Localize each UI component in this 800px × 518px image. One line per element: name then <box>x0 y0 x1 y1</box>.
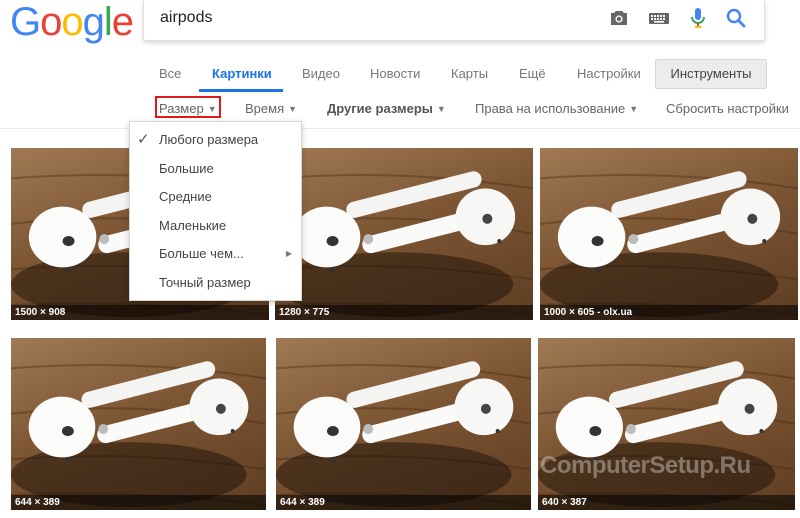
camera-icon[interactable] <box>607 6 631 30</box>
caret-down-icon: ▼ <box>288 104 298 114</box>
tool-time[interactable]: Время ▼ <box>245 101 297 116</box>
logo-letter: o <box>61 0 83 44</box>
size-option-label: Больше чем... <box>159 246 244 261</box>
size-option-label: Любого размера <box>159 132 259 147</box>
active-tab-indicator <box>199 89 283 92</box>
tool-reset[interactable]: Сбросить настройки <box>666 101 789 116</box>
checkmark-icon: ✓ <box>137 131 150 148</box>
search-box <box>143 0 765 41</box>
tab-images[interactable]: Картинки <box>212 66 272 81</box>
image-caption: 640 × 387 <box>538 495 795 510</box>
tool-other-sizes-label: Другие размеры <box>327 101 433 116</box>
logo-letter: e <box>111 0 134 44</box>
size-filter-highlight <box>155 96 221 118</box>
logo-letter: l <box>103 0 113 44</box>
tools-button[interactable]: Инструменты <box>655 59 767 89</box>
caret-down-icon: ▼ <box>436 104 446 114</box>
tab-video[interactable]: Видео <box>302 66 340 81</box>
image-result[interactable]: 644 × 389 <box>276 338 531 510</box>
tab-news[interactable]: Новости <box>370 66 420 81</box>
tab-all[interactable]: Все <box>159 66 181 81</box>
tool-usage-rights[interactable]: Права на использование ▼ <box>475 101 638 116</box>
submenu-arrow-icon: ▶ <box>285 249 292 258</box>
image-caption: 644 × 389 <box>276 495 531 510</box>
size-option-label: Средние <box>159 189 212 204</box>
image-caption: 644 × 389 <box>11 495 266 510</box>
image-result[interactable]: 1280 × 775 <box>275 148 533 320</box>
tab-maps[interactable]: Карты <box>451 66 488 81</box>
size-option-any[interactable]: ✓ Любого размера <box>130 126 301 154</box>
size-option-label: Большие <box>159 161 214 176</box>
tool-usage-rights-label: Права на использование <box>475 101 626 116</box>
google-logo[interactable]: Google <box>10 0 134 44</box>
tool-other-sizes[interactable]: Другие размеры ▼ <box>327 101 446 116</box>
image-result[interactable]: 644 × 389 <box>11 338 266 510</box>
image-result[interactable]: 640 × 387 <box>538 338 795 510</box>
image-result[interactable]: 1000 × 605 - olx.ua <box>540 148 798 320</box>
tool-time-label: Время <box>245 101 285 116</box>
tab-more[interactable]: Ещё <box>519 66 546 81</box>
search-input[interactable] <box>160 5 560 31</box>
watermark: ComputerSetup.Ru <box>540 452 751 479</box>
search-icon[interactable] <box>724 6 748 30</box>
size-option-large[interactable]: Большие <box>130 155 301 183</box>
size-dropdown-menu: ✓ Любого размера Большие Средние Маленьк… <box>129 121 302 301</box>
image-caption: 1000 × 605 - olx.ua <box>540 305 798 320</box>
image-caption: 1500 × 908 <box>11 305 269 320</box>
microphone-icon[interactable] <box>686 6 710 30</box>
keyboard-icon[interactable] <box>647 6 671 30</box>
image-caption: 1280 × 775 <box>275 305 533 320</box>
logo-letter: g <box>82 0 105 44</box>
logo-letter: o <box>40 0 62 44</box>
size-option-exact[interactable]: Точный размер <box>130 269 301 297</box>
size-option-medium[interactable]: Средние <box>130 183 301 211</box>
size-option-label: Маленькие <box>159 218 227 233</box>
size-option-label: Точный размер <box>159 275 251 290</box>
size-option-larger-than[interactable]: Больше чем... ▶ <box>130 240 301 268</box>
size-option-small[interactable]: Маленькие <box>130 212 301 240</box>
logo-letter: G <box>10 0 41 44</box>
caret-down-icon: ▼ <box>629 104 639 114</box>
tab-settings[interactable]: Настройки <box>577 66 641 81</box>
header-divider <box>0 128 800 129</box>
